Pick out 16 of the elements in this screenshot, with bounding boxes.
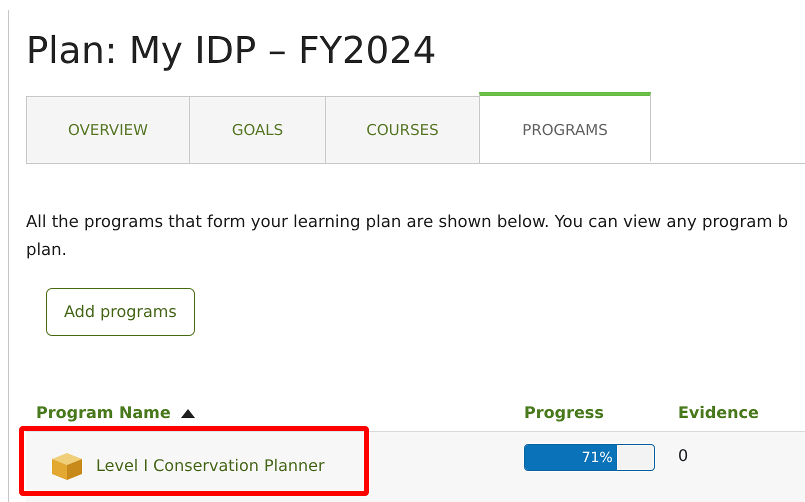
evidence-count: 0 <box>678 446 688 465</box>
description-text: plan. <box>26 239 68 261</box>
column-header[interactable]: Evidence <box>678 402 759 422</box>
column-header[interactable]: Progress <box>524 402 604 422</box>
box-icon <box>50 450 84 482</box>
progress-reading: 71% <box>582 449 613 468</box>
page-title: Plan: My IDP – FY2024 <box>26 28 438 74</box>
tab[interactable]: OVERVIEW <box>26 96 190 163</box>
tab[interactable]: PROGRAMS <box>479 92 651 161</box>
add-programs-button[interactable]: Add programs <box>46 288 195 336</box>
column-header[interactable]: Program Name <box>36 402 171 422</box>
tab[interactable]: COURSES <box>325 96 480 163</box>
tab[interactable]: GOALS <box>189 96 326 163</box>
sort-up-icon[interactable] <box>180 408 195 418</box>
program-link[interactable]: Level I Conservation Planner <box>96 454 325 478</box>
description-text: All the programs that form your learning plan are shown below. You can view any program b <box>26 211 790 233</box>
